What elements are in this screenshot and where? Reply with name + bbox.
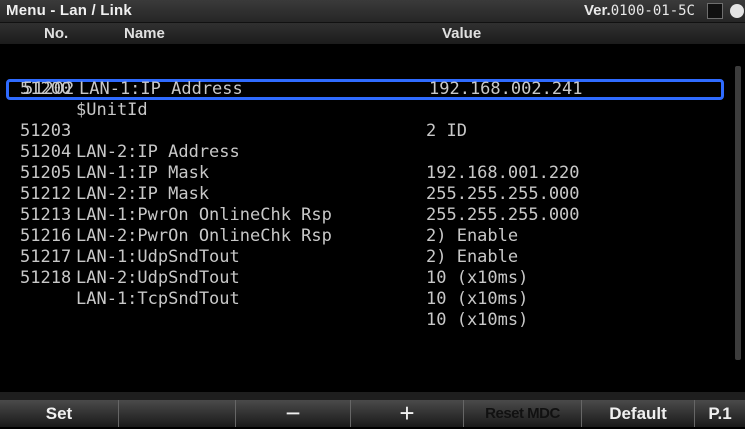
param-value: 10 (x10ms) [426,310,529,330]
decrement-button[interactable]: − [236,398,351,428]
list-item[interactable]: 51204 LAN-1:IP Mask 255.255.255.000 [0,121,730,204]
param-no: 51202 [23,79,75,99]
title-bar: Menu - Lan / Link Ver.0100-01-5C [0,0,745,23]
softkey-bar: Set − + Reset MDC Default P.1 [0,398,745,428]
version-label: Ver. [584,2,611,19]
list-item[interactable]: 51203 LAN-2:IP Address 192.168.001.220 [0,100,730,183]
param-no: 51218 [20,268,72,288]
reset-mdc-button[interactable]: Reset MDC [464,400,582,427]
list-item-selected[interactable]: 51202 LAN-1:IP Address 192.168.002.241 [6,79,724,100]
param-value: 192.168.002.241 [429,79,583,99]
list-item[interactable]: 51216 LAN-1:UdpSndTout 10 (x10ms) [0,205,730,288]
list-item[interactable]: 51218 LAN-1:TcpSndTout 10 (x10ms) [0,247,730,330]
param-value: 10 (x10ms) [426,268,529,288]
page-title: Menu - Lan / Link [6,2,132,19]
param-name: LAN-1:IP Address [79,79,243,99]
status-square-icon [707,3,723,19]
column-name: Name [124,25,165,42]
status-circle-icon [730,4,744,18]
column-value: Value [442,25,482,42]
version-code: 0100-01-5C [610,3,695,19]
blank-softkey[interactable] [119,400,236,427]
column-no: No. [44,25,69,42]
version-info: Ver.0100-01-5C [584,2,695,19]
page-button[interactable]: P.1 [695,400,745,427]
scrollbar[interactable] [735,66,741,360]
set-button[interactable]: Set [0,400,119,427]
param-name: LAN-1:TcpSndTout [76,289,240,309]
param-name: LAN-2:UdpSndTout [76,268,240,288]
default-button[interactable]: Default [582,400,695,427]
column-header: No. Name Value [0,23,745,44]
list-item[interactable]: 51200 $UnitId 2 ID [0,58,730,141]
list-item[interactable]: 51212 LAN-1:PwrOn OnlineChk Rsp 2) Enabl… [0,163,730,246]
list-item[interactable]: 51217 LAN-2:UdpSndTout 10 (x10ms) [0,226,730,309]
increment-button[interactable]: + [351,398,464,428]
list-item[interactable]: 51205 LAN-2:IP Mask 255.255.255.000 [0,142,730,225]
status-band [0,392,745,400]
param-value: 10 (x10ms) [426,289,529,309]
list-item[interactable]: 51213 LAN-2:PwrOn OnlineChk Rsp 2) Enabl… [0,184,730,267]
